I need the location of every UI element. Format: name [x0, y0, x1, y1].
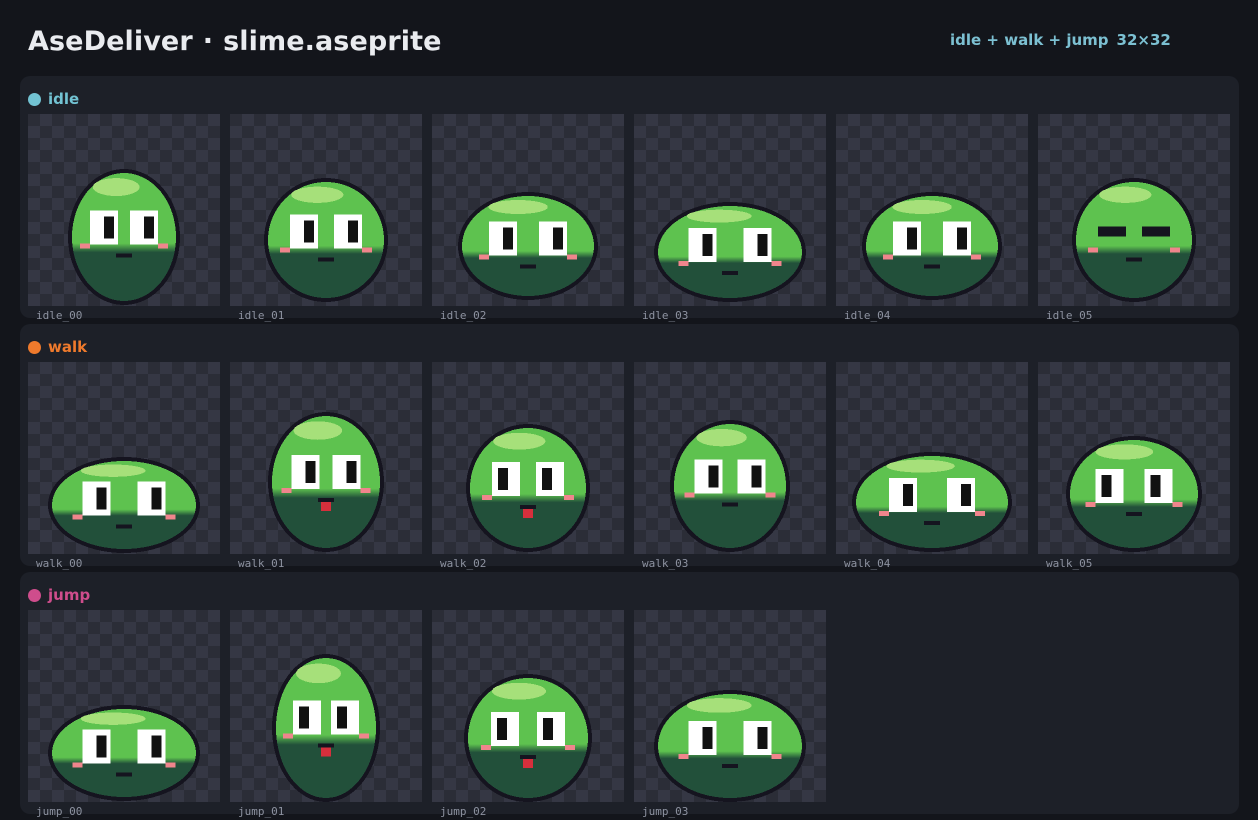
- frame-tile[interactable]: walk_01: [230, 362, 422, 570]
- slime-sprite: [466, 424, 590, 552]
- slime-sprite: [1066, 436, 1202, 552]
- tag-color-dot: [28, 340, 41, 354]
- frame-label: walk_03: [642, 557, 689, 570]
- frame-tile[interactable]: walk_03: [634, 362, 826, 570]
- frame-tile[interactable]: jump_01: [230, 610, 422, 818]
- tag-color-dot: [28, 92, 41, 106]
- frame-label: jump_01: [238, 805, 285, 818]
- slime-sprite: [264, 178, 388, 302]
- tag-header-walk[interactable]: walk: [28, 338, 87, 356]
- frame-label: jump_03: [642, 805, 689, 818]
- frame-tile[interactable]: idle_03: [634, 114, 826, 322]
- frame-tile[interactable]: walk_05: [1038, 362, 1230, 570]
- tags-summary: idle + walk + jump: [950, 31, 1109, 49]
- slime-sprite: [458, 192, 598, 300]
- frame-label: walk_04: [844, 557, 891, 570]
- file-name: slime.aseprite: [223, 26, 442, 57]
- slime-sprite: [268, 412, 384, 552]
- frame-label: idle_04: [844, 309, 891, 322]
- frame-tile[interactable]: jump_00: [28, 610, 220, 818]
- title-separator: ·: [202, 26, 214, 57]
- frame-label: walk_02: [440, 557, 487, 570]
- tag-panel-walk: walk walk_00 walk_01 walk_02 walk_03 walk_04…: [20, 324, 1239, 570]
- tag-name: walk: [48, 338, 88, 356]
- frame-tile[interactable]: jump_03: [634, 610, 826, 818]
- slime-sprite: [654, 202, 806, 302]
- frame-label: idle_02: [440, 309, 487, 322]
- frame-tile[interactable]: idle_00: [28, 114, 220, 322]
- frame-tile[interactable]: walk_04: [836, 362, 1028, 570]
- slime-sprite: [48, 457, 200, 553]
- frame-tile[interactable]: walk_02: [432, 362, 624, 570]
- frame-tile[interactable]: idle_02: [432, 114, 624, 322]
- slime-sprite: [272, 654, 380, 802]
- frame-label: idle_03: [642, 309, 689, 322]
- frame-label: idle_05: [1046, 309, 1093, 322]
- frame-tile[interactable]: idle_05: [1038, 114, 1230, 322]
- tag-name: idle: [48, 90, 80, 108]
- tag-panel-jump: jump jump_00 jump_01 jump_02 jump_03: [20, 572, 1239, 818]
- frame-tile[interactable]: jump_02: [432, 610, 624, 818]
- frame-label: walk_01: [238, 557, 285, 570]
- slime-sprite: [48, 705, 200, 801]
- frame-label: walk_05: [1046, 557, 1093, 570]
- frame-label: walk_00: [36, 557, 83, 570]
- slime-sprite: [670, 420, 790, 552]
- slime-sprite: [862, 192, 1002, 300]
- frame-label: idle_00: [36, 309, 83, 322]
- slime-sprite: [68, 169, 180, 305]
- tag-color-dot: [28, 588, 41, 602]
- slime-sprite: [464, 674, 592, 802]
- slime-sprite: [852, 452, 1012, 552]
- slime-sprite: [1072, 178, 1196, 302]
- frame-label: jump_02: [440, 805, 487, 818]
- frame-label: idle_01: [238, 309, 285, 322]
- tag-panel-idle: idle idle_00 idle_01 idle_02 idle_03 idle_04…: [20, 76, 1239, 322]
- frame-tile[interactable]: idle_01: [230, 114, 422, 322]
- sheet-meta: idle + walk + jump 32×32: [950, 31, 1171, 49]
- app-name: AseDeliver: [28, 26, 193, 57]
- frame-tile[interactable]: walk_00: [28, 362, 220, 570]
- app-title: AseDeliver · slime.aseprite: [28, 26, 442, 57]
- slime-sprite: [654, 690, 806, 802]
- frame-size: 32×32: [1116, 31, 1171, 49]
- tag-name: jump: [48, 586, 91, 604]
- tag-header-jump[interactable]: jump: [28, 586, 90, 604]
- frame-tile[interactable]: idle_04: [836, 114, 1028, 322]
- frame-label: jump_00: [36, 805, 83, 818]
- tag-header-idle[interactable]: idle: [28, 90, 79, 108]
